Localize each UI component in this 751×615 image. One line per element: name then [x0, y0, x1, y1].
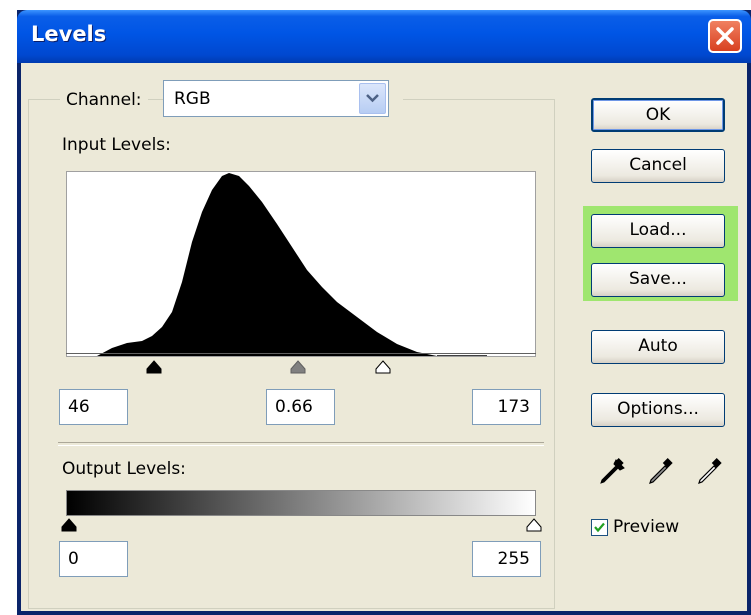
load-button[interactable]: Load... [591, 214, 725, 248]
histogram-baseline [66, 353, 536, 354]
input-black-field[interactable]: 46 [59, 389, 128, 425]
close-button[interactable] [708, 19, 742, 53]
input-white-value: 173 [497, 397, 530, 417]
channel-dropdown-button[interactable] [359, 83, 386, 114]
input-black-value: 46 [68, 397, 90, 417]
output-white-field[interactable]: 255 [472, 541, 541, 577]
input-black-slider[interactable] [146, 360, 162, 374]
dropdown-arrow-icon [366, 94, 379, 103]
ok-button[interactable]: OK [591, 98, 725, 132]
preview-checkbox[interactable] [591, 519, 608, 536]
channel-value: RGB [174, 89, 211, 109]
output-white-slider[interactable] [526, 518, 542, 532]
histogram-graph [67, 173, 487, 356]
checkmark-icon [594, 522, 605, 533]
channel-label: Channel: [60, 88, 148, 112]
channel-select[interactable]: RGB [163, 80, 389, 117]
close-icon [716, 27, 734, 45]
gray-eyedropper-icon[interactable] [643, 456, 677, 490]
output-black-field[interactable]: 0 [59, 541, 128, 577]
preview-label[interactable]: Preview [613, 517, 679, 537]
divider [58, 442, 544, 446]
histogram [66, 171, 536, 357]
window-title: Levels [31, 22, 107, 46]
save-button[interactable]: Save... [591, 263, 725, 297]
cancel-button[interactable]: Cancel [591, 149, 725, 183]
input-levels-label: Input Levels: [62, 135, 171, 155]
title-bar[interactable]: Levels [17, 10, 751, 63]
output-black-slider[interactable] [61, 518, 77, 532]
input-white-slider[interactable] [375, 360, 391, 374]
input-gamma-value: 0.66 [275, 397, 313, 417]
output-levels-label: Output Levels: [62, 459, 186, 479]
input-gamma-slider[interactable] [290, 360, 306, 374]
white-eyedropper-icon[interactable] [692, 456, 726, 490]
output-black-value: 0 [68, 549, 79, 569]
black-eyedropper-icon[interactable] [594, 456, 628, 490]
output-white-value: 255 [497, 549, 530, 569]
input-white-field[interactable]: 173 [472, 389, 541, 425]
auto-button[interactable]: Auto [591, 330, 725, 364]
options-button[interactable]: Options... [591, 393, 725, 427]
output-gradient [66, 490, 536, 516]
input-gamma-field[interactable]: 0.66 [266, 389, 335, 425]
